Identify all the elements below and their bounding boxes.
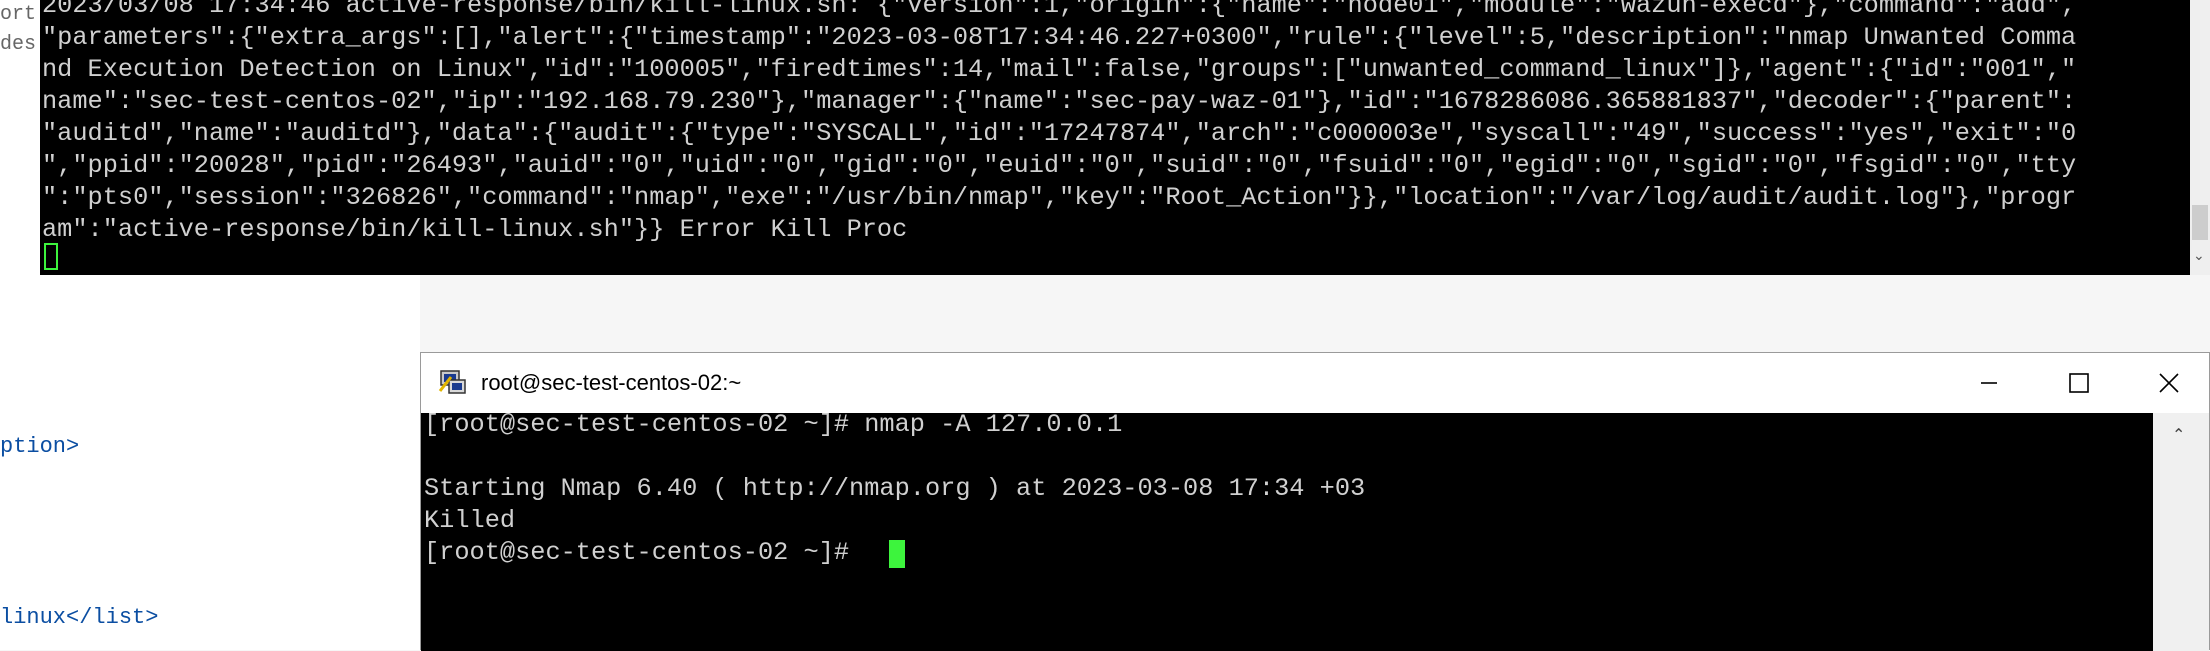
log-output-line: name":"sec-test-centos-02","ip":"192.168… bbox=[42, 87, 2077, 116]
terminal-window[interactable]: root@sec-test-centos-02:~ [root@sec-test… bbox=[420, 352, 2210, 651]
log-terminal-scrollbar[interactable]: ⌄ bbox=[2190, 0, 2210, 275]
terminal-output-line: Killed bbox=[424, 506, 516, 535]
log-output-line: "auditd","name":"auditd"},"data":{"audit… bbox=[42, 119, 2077, 148]
log-output-line: 2023/03/08 17:34:46 active-response/bin/… bbox=[42, 0, 2077, 20]
terminal-cursor bbox=[889, 540, 905, 568]
minimize-icon bbox=[1981, 382, 1997, 384]
maximize-icon bbox=[2069, 373, 2089, 393]
gutter-text-bottom: des bbox=[0, 33, 37, 56]
editor-line-ption: ption> bbox=[0, 434, 80, 459]
terminal-cursor bbox=[44, 243, 58, 270]
window-title: root@sec-test-centos-02:~ bbox=[481, 370, 742, 395]
log-terminal[interactable]: 2023/03/08 17:34:46 active-response/bin/… bbox=[40, 0, 2190, 275]
close-button[interactable] bbox=[2139, 361, 2199, 405]
scroll-up-arrow-icon[interactable]: ⌃ bbox=[2172, 425, 2185, 444]
minimize-button[interactable] bbox=[1959, 361, 2019, 405]
gutter-text-top: ort bbox=[0, 3, 37, 26]
scroll-down-arrow-icon[interactable]: ⌄ bbox=[2193, 248, 2205, 264]
terminal-scrollbar[interactable]: ⌃ bbox=[2153, 413, 2209, 651]
editor-gutter: ort des bbox=[0, 0, 40, 60]
scrollbar-thumb[interactable] bbox=[2192, 205, 2208, 240]
log-output-line: ":"pts0","session":"326826","command":"n… bbox=[42, 183, 2077, 212]
terminal-output-line: [root@sec-test-centos-02 ~]# nmap -A 127… bbox=[424, 413, 1123, 439]
log-output-line: "parameters":{"extra_args":[],"alert":{"… bbox=[42, 23, 2077, 52]
terminal-output-line: Starting Nmap 6.40 ( http://nmap.org ) a… bbox=[424, 474, 1366, 503]
log-output-line: ","ppid":"20028","pid":"26493","auid":"0… bbox=[42, 151, 2077, 180]
terminal-body[interactable]: [root@sec-test-centos-02 ~]# nmap -A 127… bbox=[421, 413, 2153, 651]
close-icon bbox=[2159, 373, 2179, 393]
log-output-line: am":"active-response/bin/kill-linux.sh"}… bbox=[42, 215, 908, 244]
log-output: 2023/03/08 17:34:46 active-response/bin/… bbox=[42, 0, 2076, 246]
log-output-line: nd Execution Detection on Linux","id":"1… bbox=[42, 55, 2077, 84]
editor-line-linux: linux</list> bbox=[0, 605, 159, 630]
maximize-button[interactable] bbox=[2049, 361, 2109, 405]
window-titlebar[interactable]: root@sec-test-centos-02:~ bbox=[421, 353, 2209, 413]
putty-icon bbox=[437, 367, 469, 397]
